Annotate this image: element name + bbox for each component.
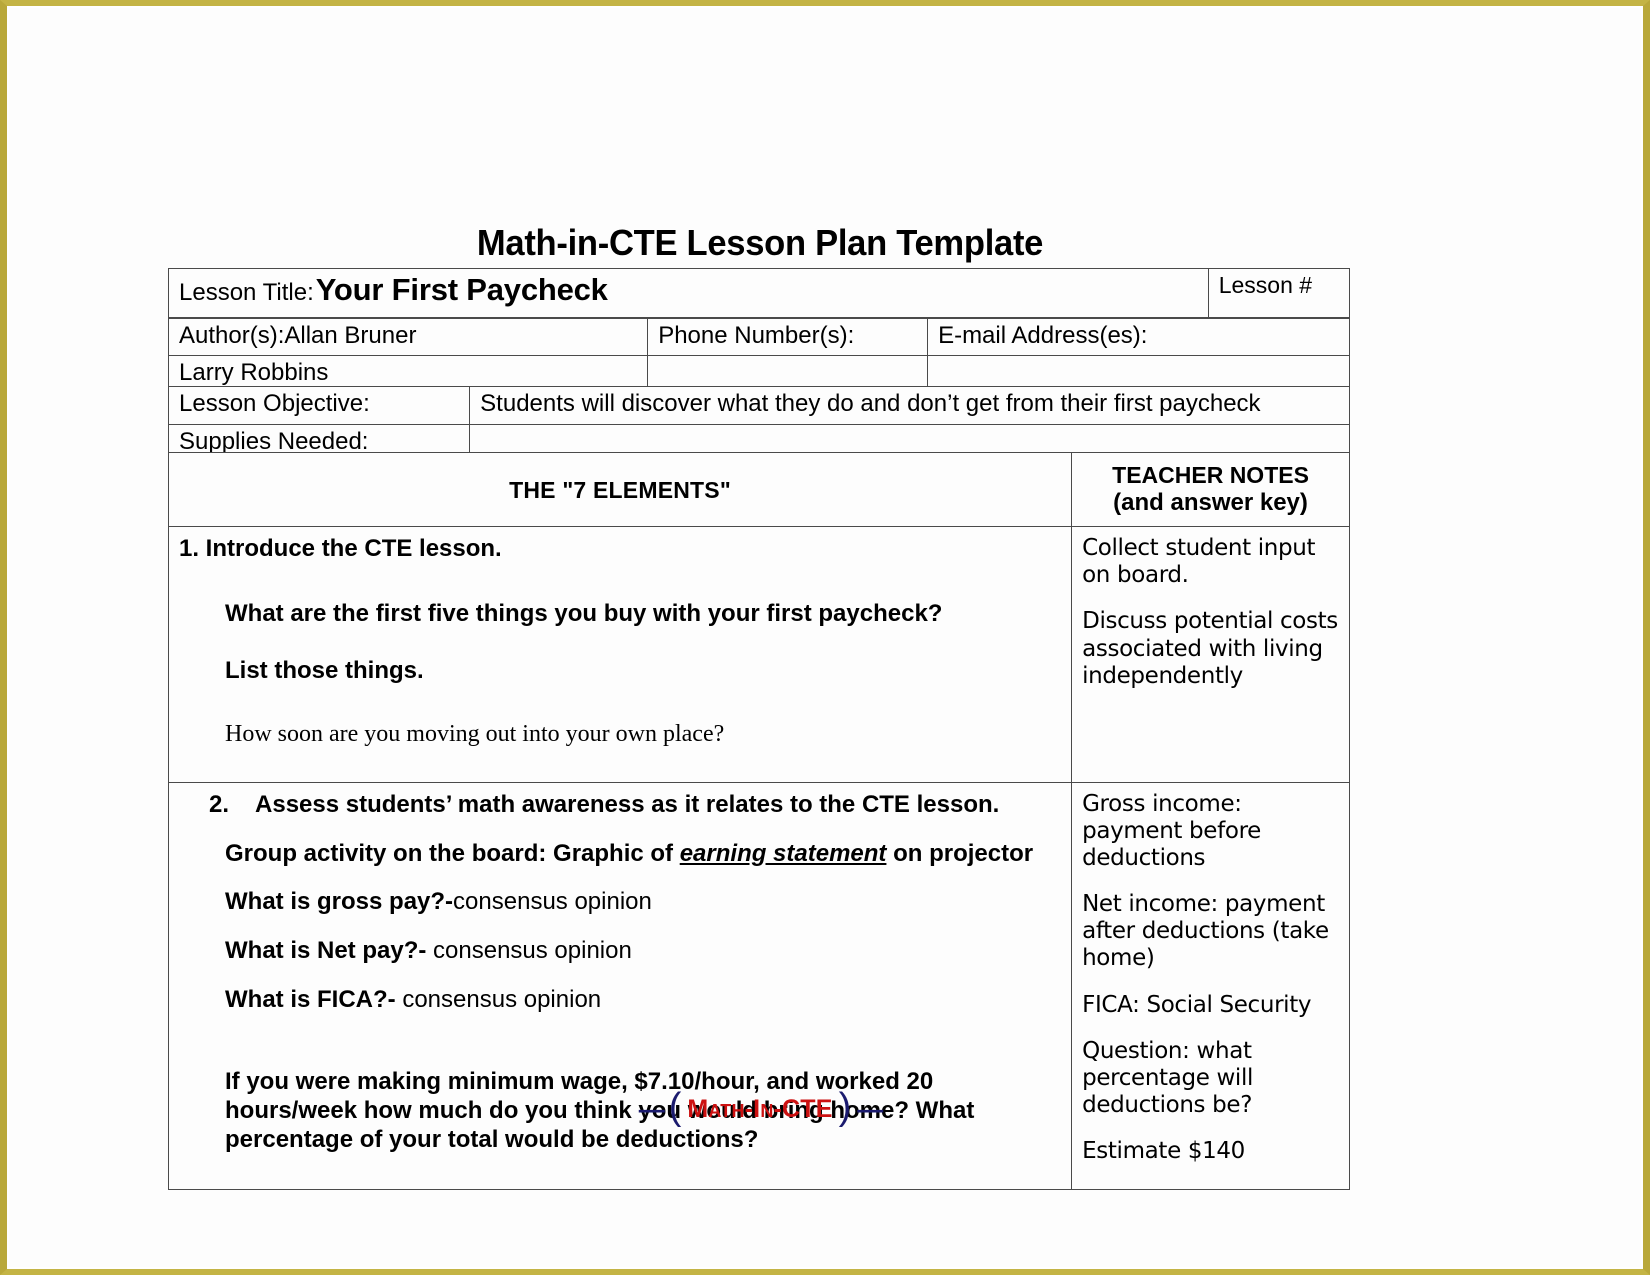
fica-question: What is FICA?- — [225, 986, 396, 1014]
element-2-heading: 2. Assess students’ math awareness as it … — [209, 791, 1061, 820]
gross-pay-answer: consensus opinion — [453, 888, 652, 916]
element-1-question-1: What are the first five things you buy w… — [225, 599, 943, 627]
table-row: Lesson Title:Your First Paycheck Lesson … — [168, 268, 1351, 318]
authors-cell[interactable]: Author(s):Allan Bruner — [167, 317, 649, 357]
teacher-notes-title: TEACHER NOTES — [1112, 462, 1309, 488]
teacher-note-item: Discuss potential costs associated with … — [1082, 608, 1338, 689]
phone-label-cell[interactable]: Phone Number(s): — [647, 317, 929, 357]
teacher-notes-subtitle: (and answer key) — [1113, 489, 1308, 517]
lesson-title-cell[interactable]: Lesson Title:Your First Paycheck — [168, 268, 1209, 318]
teacher-note-item: Collect student input on board. — [1082, 535, 1316, 589]
elements-column-header: THE "7 ELEMENTS" — [167, 451, 1073, 528]
element-2-group-activity: Group activity on the board: Graphic of … — [225, 840, 1061, 869]
teacher-notes-column-header: TEACHER NOTES (and answer key) — [1071, 451, 1350, 528]
logo-paren-right-icon: ) — [838, 1086, 852, 1128]
element-1-question-2: List those things. — [225, 656, 424, 684]
email-label-cell[interactable]: E-mail Address(es): — [927, 317, 1350, 357]
teacher-note-item: Gross income: payment before deductions — [1082, 790, 1261, 872]
lesson-title-table: Lesson Title:Your First Paycheck Lesson … — [168, 268, 1351, 318]
table-header-row: THE "7 ELEMENTS" TEACHER NOTES (and answ… — [167, 451, 1350, 528]
teacher-note-item: Estimate $140 — [1082, 1138, 1245, 1165]
teacher-note-item: FICA: Social Security — [1082, 991, 1312, 1018]
group-activity-suffix: on projector — [886, 839, 1034, 867]
table-row: Author(s):Allan Bruner Phone Number(s): … — [167, 317, 1350, 357]
element-2-number: 2. — [209, 790, 230, 818]
lesson-number-cell[interactable]: Lesson # — [1207, 268, 1351, 318]
author-contact-table: Author(s):Allan Bruner Phone Number(s): … — [167, 317, 1350, 394]
logo-wrapper: —(Math-In-CTE) — — [638, 1086, 884, 1131]
logo-text: Math-In-CTE — [687, 1095, 833, 1123]
group-activity-prefix: Group activity on the board: Graphic of — [225, 839, 680, 867]
element-2-fica: What is FICA?- consensus opinion — [225, 986, 1061, 1015]
lesson-title-label: Lesson Title: — [179, 279, 314, 306]
group-activity-emphasis: earning statement — [679, 839, 887, 867]
teacher-notes-1-cell[interactable]: Collect student input on board. Discuss … — [1071, 526, 1350, 783]
element-2-heading-text: Assess students’ math awareness as it re… — [255, 790, 1000, 818]
fica-answer: consensus opinion — [395, 986, 602, 1014]
objective-value[interactable]: Students will discover what they do and … — [469, 386, 1350, 425]
table-row: 1. Introduce the CTE lesson. What are th… — [167, 526, 1350, 783]
seven-elements-table: THE "7 ELEMENTS" TEACHER NOTES (and answ… — [167, 451, 1350, 1190]
element-1-cell[interactable]: 1. Introduce the CTE lesson. What are th… — [167, 526, 1073, 783]
element-1-heading: 1. Introduce the CTE lesson. — [179, 535, 502, 563]
net-pay-answer: consensus opinion — [426, 937, 632, 965]
document-page: Math-in-CTE Lesson Plan Template Lesson … — [0, 0, 1650, 1275]
net-pay-question: What is Net pay?- — [225, 937, 427, 965]
lesson-title-value: Your First Paycheck — [315, 272, 608, 307]
footer-logo: —(Math-In-CTE) — — [0, 1086, 1650, 1131]
logo-paren-left-icon: ( — [668, 1086, 682, 1128]
page-title: Math-in-CTE Lesson Plan Template — [476, 222, 1044, 263]
table-row: Lesson Objective: Students will discover… — [167, 386, 1350, 425]
element-2-net-pay: What is Net pay?- consensus opinion — [225, 937, 1061, 966]
objective-label: Lesson Objective: — [167, 386, 471, 425]
element-2-gross-pay: What is gross pay?-consensus opinion — [225, 888, 1061, 917]
teacher-note-item: Net income: payment after deductions (ta… — [1082, 891, 1329, 972]
gross-pay-question: What is gross pay?- — [225, 888, 454, 916]
logo-dash-left-icon: — — [638, 1094, 665, 1124]
element-1-serif-note: How soon are you moving out into your ow… — [225, 720, 725, 747]
logo-dash-right-icon: — — [857, 1094, 883, 1124]
